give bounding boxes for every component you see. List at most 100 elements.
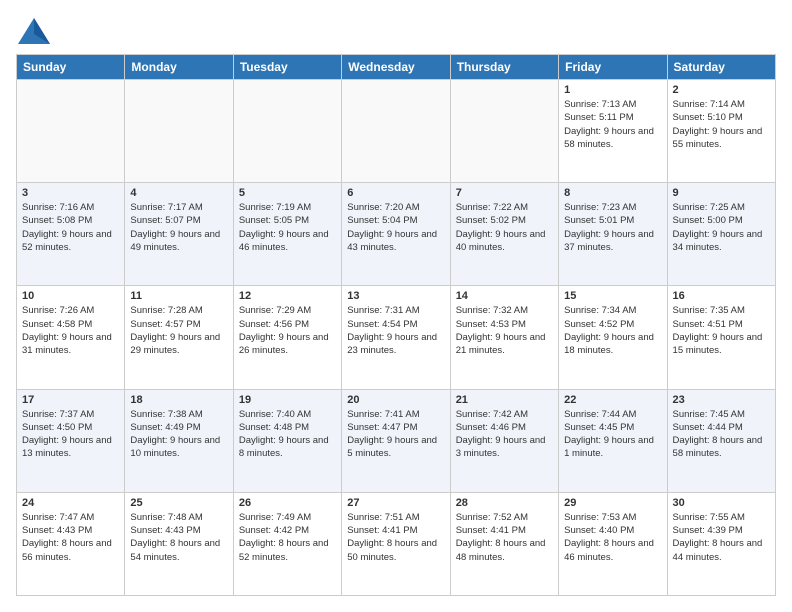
day-info: Sunrise: 7:14 AMSunset: 5:10 PMDaylight:… <box>673 98 770 151</box>
day-info-line: Daylight: 9 hours and 8 minutes. <box>239 434 336 461</box>
day-number: 6 <box>347 187 444 199</box>
day-info-line: Daylight: 9 hours and 23 minutes. <box>347 331 444 358</box>
day-number: 23 <box>673 394 770 406</box>
day-info-line: Daylight: 8 hours and 58 minutes. <box>673 434 770 461</box>
calendar-cell: 13Sunrise: 7:31 AMSunset: 4:54 PMDayligh… <box>342 286 450 389</box>
day-info-line: Sunset: 4:43 PM <box>130 524 227 537</box>
day-info-line: Sunrise: 7:16 AM <box>22 201 119 214</box>
day-number: 8 <box>564 187 661 199</box>
day-info-line: Sunrise: 7:48 AM <box>130 511 227 524</box>
day-info: Sunrise: 7:38 AMSunset: 4:49 PMDaylight:… <box>130 408 227 461</box>
day-number: 26 <box>239 497 336 509</box>
day-info: Sunrise: 7:28 AMSunset: 4:57 PMDaylight:… <box>130 304 227 357</box>
calendar-cell <box>233 80 341 183</box>
day-info-line: Sunrise: 7:17 AM <box>130 201 227 214</box>
day-info: Sunrise: 7:26 AMSunset: 4:58 PMDaylight:… <box>22 304 119 357</box>
weekday-header-wednesday: Wednesday <box>342 55 450 80</box>
calendar-cell: 19Sunrise: 7:40 AMSunset: 4:48 PMDayligh… <box>233 389 341 492</box>
day-info-line: Sunset: 5:01 PM <box>564 214 661 227</box>
weekday-header-saturday: Saturday <box>667 55 775 80</box>
day-info-line: Daylight: 9 hours and 52 minutes. <box>22 228 119 255</box>
day-info: Sunrise: 7:42 AMSunset: 4:46 PMDaylight:… <box>456 408 553 461</box>
calendar-cell: 1Sunrise: 7:13 AMSunset: 5:11 PMDaylight… <box>559 80 667 183</box>
day-number: 7 <box>456 187 553 199</box>
day-info-line: Sunset: 5:10 PM <box>673 111 770 124</box>
header <box>16 16 776 46</box>
calendar-cell: 3 Sunrise: 7:16 AMSunset: 5:08 PMDaylight… <box>17 183 125 286</box>
day-number: 11 <box>130 290 227 302</box>
day-info: Sunrise: 7:49 AMSunset: 4:42 PMDaylight:… <box>239 511 336 564</box>
day-info-line: Sunrise: 7:49 AM <box>239 511 336 524</box>
day-info: Sunrise: 7:44 AMSunset: 4:45 PMDaylight:… <box>564 408 661 461</box>
day-info-line: Daylight: 9 hours and 5 minutes. <box>347 434 444 461</box>
day-info-line: Sunset: 5:00 PM <box>673 214 770 227</box>
day-number: 28 <box>456 497 553 509</box>
day-info-line: Sunrise: 7:31 AM <box>347 304 444 317</box>
week-row-2: 3Sunrise: 7:16 AMSunset: 5:08 PMDaylight… <box>17 183 776 286</box>
calendar-cell: 11 Sunrise: 7:28 AMSunset: 4:57 PMDayligh… <box>125 286 233 389</box>
weekday-header-tuesday: Tuesday <box>233 55 341 80</box>
day-info-line: Sunrise: 7:47 AM <box>22 511 119 524</box>
day-info-line: Sunset: 4:51 PM <box>673 318 770 331</box>
day-info: Sunrise: 7:51 AMSunset: 4:41 PMDaylight:… <box>347 511 444 564</box>
day-info-line: Daylight: 8 hours and 54 minutes. <box>130 537 227 564</box>
day-number: 24 <box>22 497 119 509</box>
calendar-cell: 12Sunrise: 7:29 AMSunset: 4:56 PMDayligh… <box>233 286 341 389</box>
day-info-line: Sunset: 4:41 PM <box>456 524 553 537</box>
calendar-cell: 4Sunrise: 7:17 AMSunset: 5:07 PMDaylight… <box>125 183 233 286</box>
logo <box>16 16 56 46</box>
day-info-line: Sunrise: 7:51 AM <box>347 511 444 524</box>
day-info-line: Sunset: 4:44 PM <box>673 421 770 434</box>
day-info-line: Sunrise: 7:38 AM <box>130 408 227 421</box>
weekday-header-thursday: Thursday <box>450 55 558 80</box>
day-info-line: Daylight: 8 hours and 50 minutes. <box>347 537 444 564</box>
day-info-line: Sunset: 4:48 PM <box>239 421 336 434</box>
calendar-cell: 2Sunrise: 7:14 AMSunset: 5:10 PMDaylight… <box>667 80 775 183</box>
day-info-line: Sunrise: 7:40 AM <box>239 408 336 421</box>
day-info-line: Daylight: 9 hours and 40 minutes. <box>456 228 553 255</box>
calendar-cell: 24Sunrise: 7:47 AMSunset: 4:43 PMDayligh… <box>17 492 125 595</box>
calendar-cell: 15Sunrise: 7:34 AMSunset: 4:52 PMDayligh… <box>559 286 667 389</box>
day-number: 25 <box>130 497 227 509</box>
day-info-line: Sunset: 4:49 PM <box>130 421 227 434</box>
calendar-cell: 8Sunrise: 7:23 AMSunset: 5:01 PMDaylight… <box>559 183 667 286</box>
day-number: 3 <box>22 187 119 199</box>
day-info-line: Sunset: 5:05 PM <box>239 214 336 227</box>
day-info-line: Sunrise: 7:28 AM <box>130 304 227 317</box>
weekday-header-friday: Friday <box>559 55 667 80</box>
day-info-line: Sunrise: 7:37 AM <box>22 408 119 421</box>
calendar-cell: 5Sunrise: 7:19 AMSunset: 5:05 PMDaylight… <box>233 183 341 286</box>
calendar-cell <box>450 80 558 183</box>
calendar-cell <box>125 80 233 183</box>
day-info-line: Sunset: 4:39 PM <box>673 524 770 537</box>
day-info-line: Sunset: 5:07 PM <box>130 214 227 227</box>
day-info-line: Daylight: 9 hours and 31 minutes. <box>22 331 119 358</box>
calendar-cell: 27Sunrise: 7:51 AMSunset: 4:41 PMDayligh… <box>342 492 450 595</box>
day-info: Sunrise: 7:35 AMSunset: 4:51 PMDaylight:… <box>673 304 770 357</box>
day-info-line: Sunset: 4:43 PM <box>22 524 119 537</box>
day-info: Sunrise: 7:13 AMSunset: 5:11 PMDaylight:… <box>564 98 661 151</box>
day-info: Sunrise: 7:45 AMSunset: 4:44 PMDaylight:… <box>673 408 770 461</box>
day-info-line: Sunset: 4:52 PM <box>564 318 661 331</box>
day-info-line: Daylight: 9 hours and 37 minutes. <box>564 228 661 255</box>
day-info-line: Sunrise: 7:13 AM <box>564 98 661 111</box>
day-info-line: Daylight: 9 hours and 13 minutes. <box>22 434 119 461</box>
day-info: Sunrise: 7:17 AMSunset: 5:07 PMDaylight:… <box>130 201 227 254</box>
day-info-line: Sunrise: 7:34 AM <box>564 304 661 317</box>
calendar-cell: 30Sunrise: 7:55 AMSunset: 4:39 PMDayligh… <box>667 492 775 595</box>
day-info-line: Sunset: 5:11 PM <box>564 111 661 124</box>
day-info-line: Daylight: 9 hours and 58 minutes. <box>564 125 661 152</box>
day-info-line: Sunset: 4:56 PM <box>239 318 336 331</box>
day-info: Sunrise: 7:52 AMSunset: 4:41 PMDaylight:… <box>456 511 553 564</box>
day-info-line: Sunset: 4:41 PM <box>347 524 444 537</box>
day-number: 5 <box>239 187 336 199</box>
calendar-cell: 26 Sunrise: 7:49 AMSunset: 4:42 PMDayligh… <box>233 492 341 595</box>
day-info-line: Sunset: 5:08 PM <box>22 214 119 227</box>
calendar-cell: 7Sunrise: 7:22 AMSunset: 5:02 PMDaylight… <box>450 183 558 286</box>
day-info-line: Sunrise: 7:42 AM <box>456 408 553 421</box>
day-info-line: Sunrise: 7:26 AM <box>22 304 119 317</box>
day-number: 17 <box>22 394 119 406</box>
calendar-cell: 21Sunrise: 7:42 AMSunset: 4:46 PMDayligh… <box>450 389 558 492</box>
day-info: Sunrise: 7:25 AMSunset: 5:00 PMDaylight:… <box>673 201 770 254</box>
calendar-cell: 28 Sunrise: 7:52 AMSunset: 4:41 PMDayligh… <box>450 492 558 595</box>
